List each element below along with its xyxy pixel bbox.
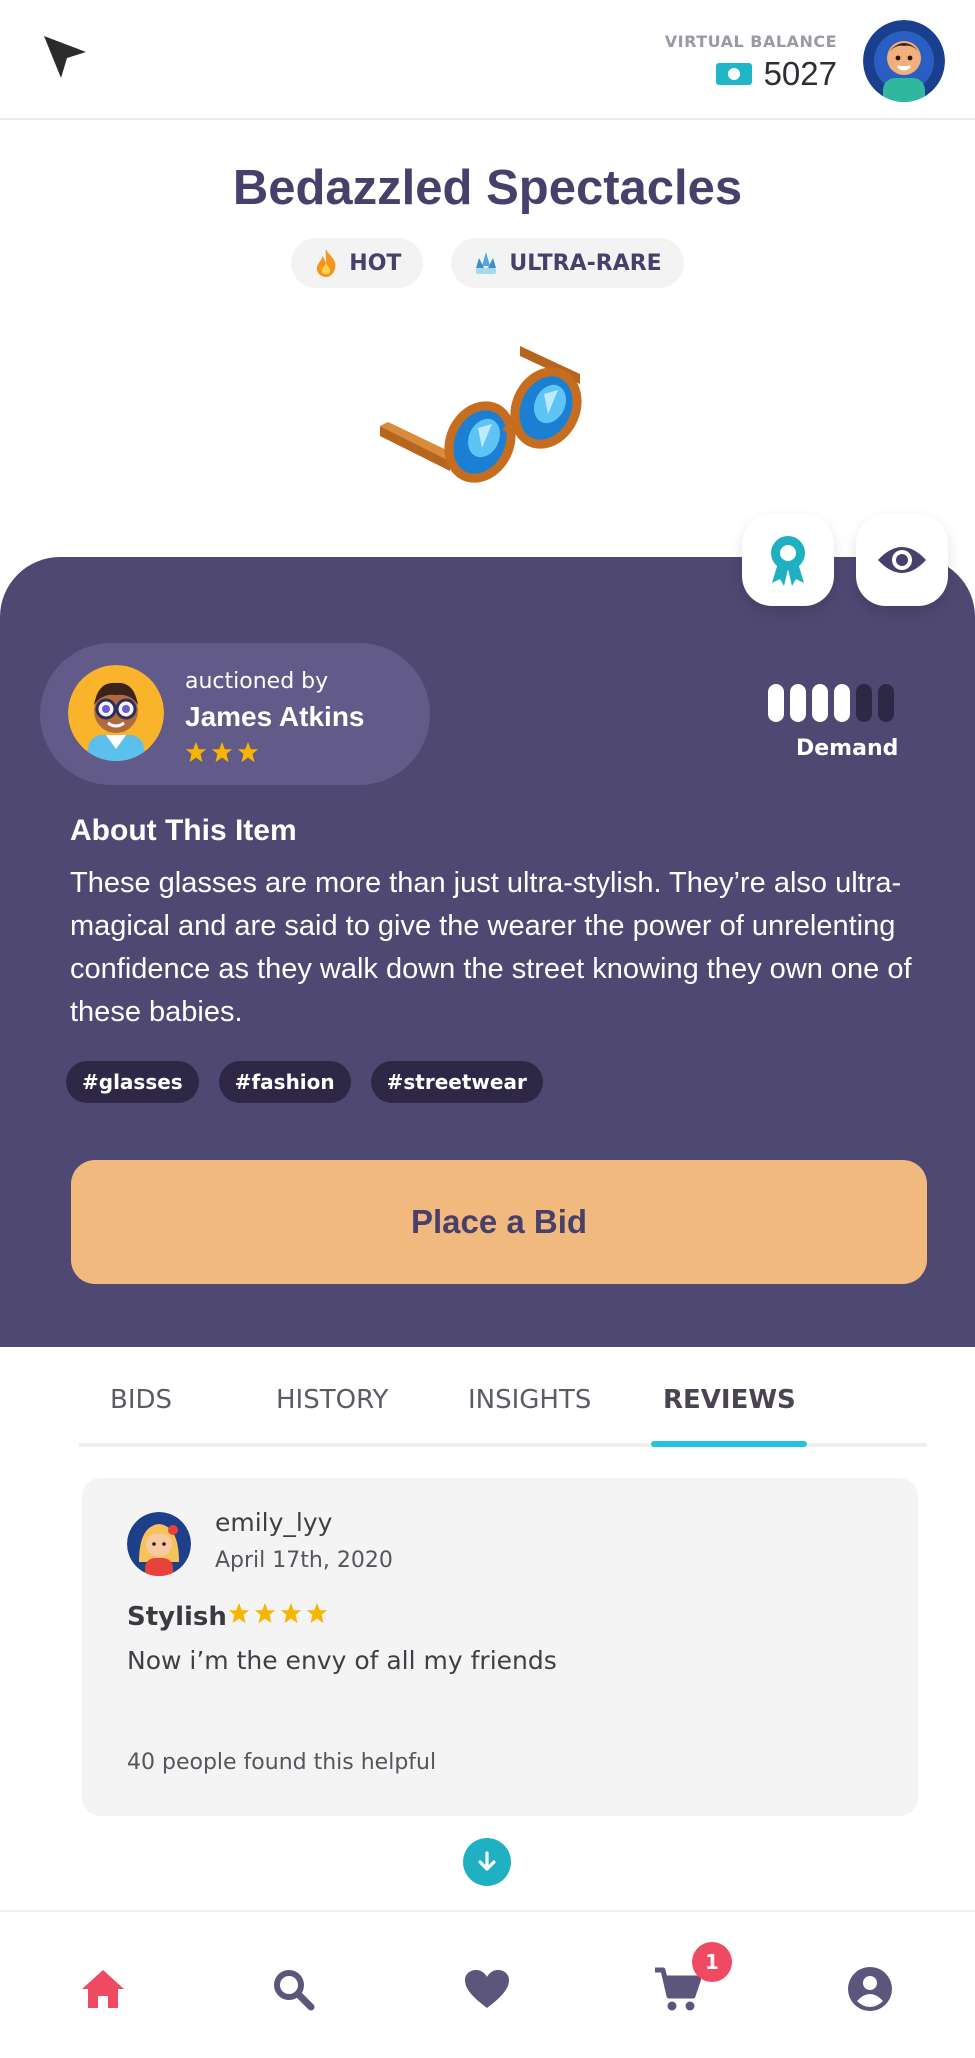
active-tab-indicator bbox=[651, 1441, 807, 1447]
flame-icon bbox=[317, 249, 336, 277]
item-badges: HOT ULTRA-RARE bbox=[0, 238, 975, 288]
user-avatar[interactable] bbox=[863, 20, 945, 102]
nav-profile[interactable] bbox=[845, 1964, 895, 2014]
balance-value: 5027 bbox=[763, 55, 837, 92]
demand-meter: Demand bbox=[768, 684, 898, 761]
profile-icon bbox=[848, 1967, 892, 2011]
about-title: About This Item bbox=[70, 814, 297, 847]
crystal-icon bbox=[476, 252, 497, 274]
demand-label: Demand bbox=[796, 736, 899, 761]
watch-button[interactable] bbox=[856, 514, 948, 606]
tab-history[interactable]: HISTORY bbox=[276, 1385, 388, 1415]
cash-icon bbox=[715, 63, 752, 85]
nav-home[interactable] bbox=[78, 1964, 128, 2014]
star-icon bbox=[306, 1602, 328, 1624]
review-title: Stylish bbox=[127, 1602, 227, 1632]
reviewer-username[interactable]: emily_lyy bbox=[215, 1508, 332, 1537]
home-icon bbox=[82, 1970, 124, 2008]
virtual-balance: VIRTUAL BALANCE 5027 bbox=[665, 32, 837, 93]
demand-bar bbox=[790, 684, 806, 722]
tab-bids[interactable]: BIDS bbox=[110, 1385, 172, 1415]
seller-name: James Atkins bbox=[185, 701, 365, 732]
seller-rating bbox=[185, 741, 259, 763]
star-icon bbox=[185, 741, 207, 763]
balance-label: VIRTUAL BALANCE bbox=[664, 32, 837, 51]
star-icon bbox=[254, 1602, 276, 1624]
cart-icon bbox=[655, 1967, 701, 2011]
item-title: Bedazzled Spectacles bbox=[232, 161, 743, 215]
top-bar: VIRTUAL BALANCE 5027 bbox=[0, 0, 975, 120]
arrow-down-icon bbox=[478, 1851, 496, 1871]
demand-bar bbox=[768, 684, 784, 722]
tag-streetwear[interactable]: #streetwear bbox=[370, 1061, 543, 1103]
tab-reviews[interactable]: REVIEWS bbox=[663, 1385, 796, 1415]
cursor-arrow-icon[interactable] bbox=[40, 32, 92, 84]
badge-label: ULTRA-RARE bbox=[509, 250, 662, 276]
badge-label: HOT bbox=[349, 250, 402, 276]
demand-bar bbox=[834, 684, 850, 722]
review-rating bbox=[228, 1602, 328, 1624]
reviewer-avatar bbox=[127, 1512, 191, 1576]
tab-insights[interactable]: INSIGHTS bbox=[468, 1385, 591, 1415]
seller-chip[interactable]: auctioned by James Atkins bbox=[40, 643, 430, 785]
review-body: Now i’m the envy of all my friends bbox=[127, 1646, 557, 1675]
ribbon-icon bbox=[771, 536, 805, 586]
star-icon bbox=[211, 741, 233, 763]
tag-fashion[interactable]: #fashion bbox=[218, 1061, 351, 1103]
review-card: emily_lyy April 17th, 2020 Stylish Now i… bbox=[82, 1478, 918, 1816]
star-icon bbox=[280, 1602, 302, 1624]
load-more-button[interactable] bbox=[463, 1838, 511, 1886]
heart-icon bbox=[465, 1970, 509, 2008]
nav-search[interactable] bbox=[268, 1964, 318, 2014]
tag-glasses[interactable]: #glasses bbox=[66, 1061, 199, 1103]
badge-ultra-rare: ULTRA-RARE bbox=[451, 238, 684, 288]
place-bid-button[interactable]: Place a Bid bbox=[71, 1160, 927, 1284]
seller-avatar bbox=[68, 665, 164, 761]
tag-list: #glasses #fashion #streetwear bbox=[66, 1061, 543, 1103]
tab-bar: BIDS HISTORY INSIGHTS REVIEWS bbox=[79, 1385, 927, 1447]
demand-bar bbox=[878, 684, 894, 722]
about-description: These glasses are more than just ultra-s… bbox=[70, 867, 912, 1028]
award-button[interactable] bbox=[742, 514, 834, 606]
star-icon bbox=[237, 741, 259, 763]
bottom-navigation: 1 bbox=[0, 1910, 975, 2058]
eye-icon bbox=[878, 547, 926, 573]
glasses-illustration bbox=[380, 346, 582, 483]
demand-bar bbox=[812, 684, 828, 722]
review-date: April 17th, 2020 bbox=[215, 1548, 393, 1573]
nav-favorites[interactable] bbox=[462, 1964, 512, 2014]
auctioned-by-label: auctioned by bbox=[185, 669, 329, 694]
star-icon bbox=[228, 1602, 250, 1624]
review-helpful-count: 40 people found this helpful bbox=[127, 1750, 437, 1775]
demand-bars bbox=[768, 684, 898, 722]
demand-bar bbox=[856, 684, 872, 722]
search-icon bbox=[274, 1970, 315, 2011]
cart-count-badge: 1 bbox=[692, 1942, 732, 1982]
badge-hot: HOT bbox=[291, 238, 424, 288]
